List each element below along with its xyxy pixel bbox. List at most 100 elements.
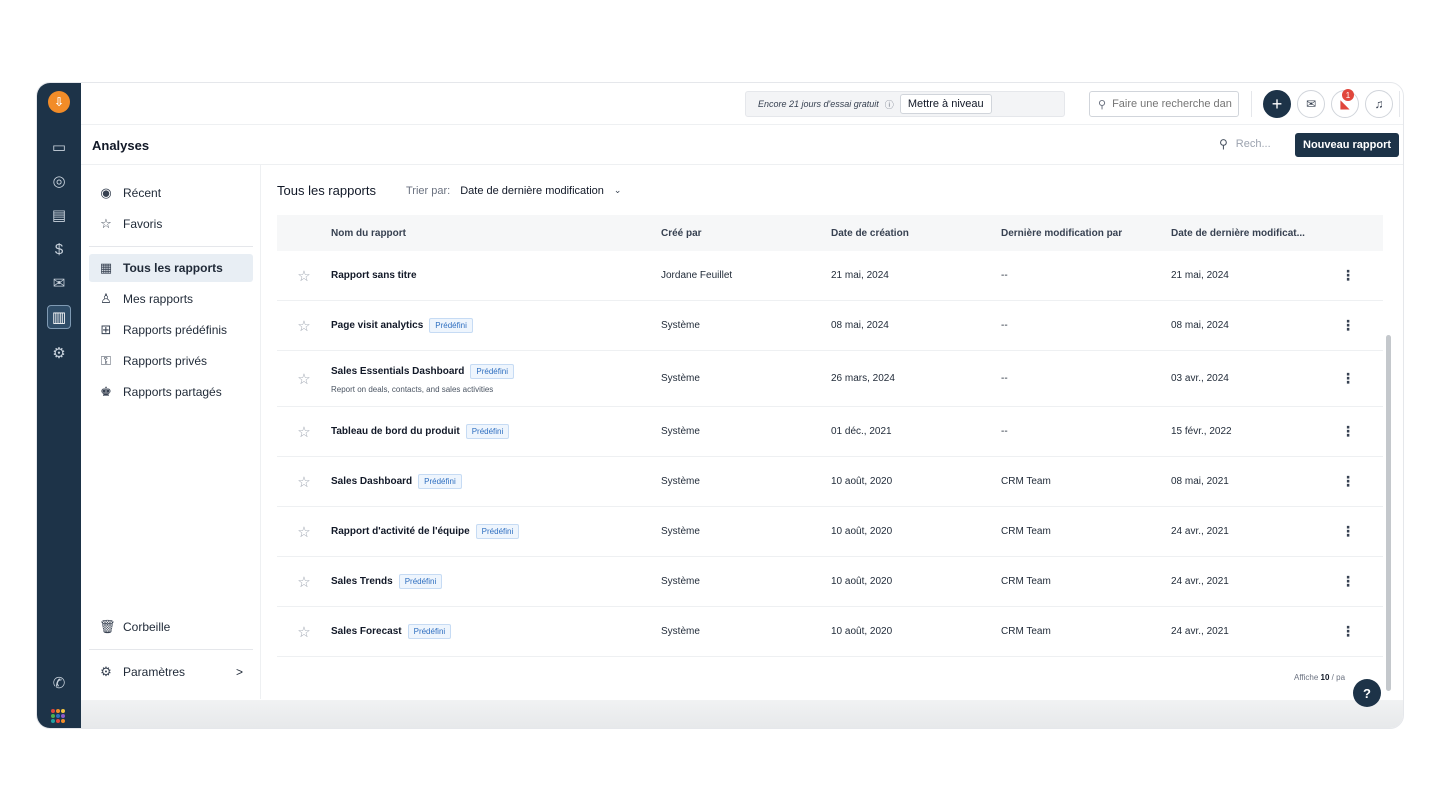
column-header[interactable]: Date de dernière modificat... — [1171, 228, 1341, 239]
trash-icon: 🗑 — [99, 619, 116, 634]
created-by-cell: Jordane Feuillet — [661, 270, 733, 281]
divider — [1251, 91, 1252, 117]
sidebar-item-recent[interactable]: ◉ Récent — [89, 179, 253, 207]
sidebar-item-all-reports[interactable]: ▦ Tous les rapports — [89, 254, 253, 282]
lock-icon: ⚿ — [101, 353, 111, 368]
report-name-link[interactable]: Tableau de bord du produit — [331, 426, 460, 437]
top-bar: Encore 21 jours d'essai gratuit ⓘ Mettre… — [81, 83, 1403, 125]
deals-icon[interactable]: $ — [47, 237, 71, 261]
report-name-cell: Rapport sans titre — [331, 270, 661, 281]
modified-date-cell: 21 mai, 2024 — [1171, 270, 1229, 281]
star-icon[interactable]: ☆ — [277, 623, 331, 641]
grid-icon: ⊞ — [100, 322, 112, 337]
report-name-cell: Sales Forecast Prédéfini — [331, 624, 661, 639]
report-name-link[interactable]: Rapport d'activité de l'équipe — [331, 526, 470, 537]
more-menu-icon[interactable]: ⋮ — [1341, 623, 1355, 640]
more-menu-icon[interactable]: ⋮ — [1341, 423, 1355, 440]
predefined-tag: Prédéfini — [429, 318, 473, 333]
modified-by-cell: -- — [1001, 426, 1008, 437]
more-menu-icon[interactable]: ⋮ — [1341, 473, 1355, 490]
column-header[interactable]: Nom du rapport — [331, 228, 661, 239]
modified-date-cell: 24 avr., 2021 — [1171, 576, 1229, 587]
predefined-tag: Prédéfini — [465, 424, 510, 439]
apps-grid-icon[interactable] — [51, 709, 65, 723]
play-circle-icon: ◉ — [100, 185, 112, 200]
column-header[interactable]: Dernière modification par — [1001, 228, 1171, 239]
created-date-cell: 01 déc., 2021 — [831, 426, 892, 437]
global-search-input[interactable] — [1112, 98, 1233, 110]
scrollbar[interactable] — [1386, 335, 1391, 691]
sidebar-item-shared[interactable]: ♚ Rapports partagés — [89, 378, 253, 406]
search-icon: ⚲ — [1098, 98, 1107, 111]
created-date-cell: 10 août, 2020 — [831, 526, 893, 537]
table-row[interactable]: ☆ Sales Trends Prédéfini Système 10 août, 20… — [277, 557, 1383, 607]
app-window: ⇩ ▭ ◎ ▤ $ ✉ ▥ ⚙ ✆ Encore 21 jours d'essa… — [36, 82, 1404, 729]
sidebar-item-predefined[interactable]: ⊞ Rapports prédéfinis — [89, 316, 253, 344]
star-icon[interactable]: ☆ — [277, 473, 331, 491]
table-footer: Affiche 10 / pa — [261, 655, 1403, 699]
sidebar-item-favorites[interactable]: ☆ Favoris — [89, 210, 253, 238]
table-row[interactable]: ☆ Sales Forecast Prédéfini Système 10 août, … — [277, 607, 1383, 657]
report-name-link[interactable]: Sales Forecast — [331, 626, 402, 637]
help-button[interactable]: ? — [1353, 679, 1381, 707]
table-row[interactable]: ☆ Rapport sans titre Jordane Feuillet 21 ma… — [277, 251, 1383, 301]
dashboard-icon[interactable]: ▭ — [47, 135, 71, 159]
page-header: Analyses ⚲ Rech... Nouveau rapport — [81, 125, 1403, 165]
report-name-cell: Rapport d'activité de l'équipe Prédéfini — [331, 524, 661, 539]
modified-date-cell: 03 avr., 2024 — [1171, 373, 1229, 384]
star-icon[interactable]: ☆ — [277, 267, 331, 285]
more-menu-icon[interactable]: ⋮ — [1341, 317, 1355, 334]
more-menu-icon[interactable]: ⋮ — [1341, 573, 1355, 590]
info-icon[interactable]: ⓘ — [885, 98, 894, 111]
star-icon[interactable]: ☆ — [277, 370, 331, 388]
table-row[interactable]: ☆ Sales Dashboard Prédéfini Système 10 août,… — [277, 457, 1383, 507]
table-row[interactable]: ☆ Page visit analytics Prédéfini Système 08 … — [277, 301, 1383, 351]
megaphone-icon[interactable]: ◣ 1 — [1331, 89, 1359, 118]
settings-gear-icon[interactable]: ⚙ — [47, 341, 71, 365]
report-name-link[interactable]: Sales Trends — [331, 576, 393, 587]
report-name-link[interactable]: Page visit analytics — [331, 320, 423, 331]
app-logo-icon[interactable]: ⇩ — [48, 91, 70, 113]
chevron-down-icon[interactable]: ⌄ — [614, 185, 622, 196]
more-menu-icon[interactable]: ⋮ — [1341, 523, 1355, 540]
report-name-cell: Sales Essentials Dashboard Prédéfini Repor… — [331, 363, 661, 394]
phone-icon[interactable]: ✆ — [47, 671, 71, 695]
star-icon[interactable]: ☆ — [277, 423, 331, 441]
contacts-icon[interactable]: ◎ — [47, 169, 71, 193]
star-icon[interactable]: ☆ — [277, 317, 331, 335]
sidebar-item-my-reports[interactable]: ♙ Mes rapports — [89, 285, 253, 313]
report-name-link[interactable]: Sales Essentials Dashboard — [331, 366, 464, 377]
add-button[interactable]: + — [1263, 90, 1291, 118]
table-header: Nom du rapport Créé par Date de création… — [277, 215, 1383, 251]
sidebar-item-label: Rapports prédéfinis — [123, 323, 228, 337]
list-header: Tous les rapports Trier par: Date de der… — [277, 183, 621, 198]
created-date-cell: 10 août, 2020 — [831, 626, 893, 637]
modified-date-cell: 08 mai, 2024 — [1171, 320, 1229, 331]
mail-icon[interactable]: ✉ — [47, 271, 71, 295]
sort-dropdown[interactable]: Date de dernière modification — [460, 185, 604, 197]
table-row[interactable]: ☆ Rapport d'activité de l'équipe Prédéfini… — [277, 507, 1383, 557]
sidebar-item-private[interactable]: ⚿ Rapports privés — [89, 347, 253, 375]
new-report-button[interactable]: Nouveau rapport — [1295, 133, 1400, 157]
column-header[interactable]: Date de création — [831, 228, 1001, 239]
more-menu-icon[interactable]: ⋮ — [1341, 267, 1355, 284]
companies-icon[interactable]: ▤ — [47, 203, 71, 227]
bell-icon[interactable]: ♫ — [1365, 90, 1393, 118]
analytics-icon[interactable]: ▥ — [47, 305, 71, 329]
global-search[interactable]: ⚲ — [1089, 91, 1239, 117]
sidebar-item-trash[interactable]: 🗑 Corbeille — [89, 613, 253, 641]
table-row[interactable]: ☆ Sales Essentials Dashboard Prédéfini Repo… — [277, 351, 1383, 407]
star-icon[interactable]: ☆ — [277, 573, 331, 591]
upgrade-button[interactable]: Mettre à niveau — [899, 94, 992, 114]
sidebar-item-settings[interactable]: ⚙ Paramètres > — [89, 658, 253, 686]
more-menu-icon[interactable]: ⋮ — [1341, 370, 1355, 387]
report-name-link[interactable]: Sales Dashboard — [331, 476, 412, 487]
modified-by-cell: CRM Team — [1001, 576, 1051, 587]
report-search[interactable]: ⚲ Rech... — [1219, 137, 1271, 151]
report-name-link[interactable]: Rapport sans titre — [331, 270, 417, 281]
created-by-cell: Système — [661, 626, 700, 637]
star-icon[interactable]: ☆ — [277, 523, 331, 541]
table-row[interactable]: ☆ Tableau de bord du produit Prédéfini Syst… — [277, 407, 1383, 457]
mail-icon[interactable]: ✉ — [1297, 90, 1325, 118]
column-header[interactable]: Créé par — [661, 228, 831, 239]
